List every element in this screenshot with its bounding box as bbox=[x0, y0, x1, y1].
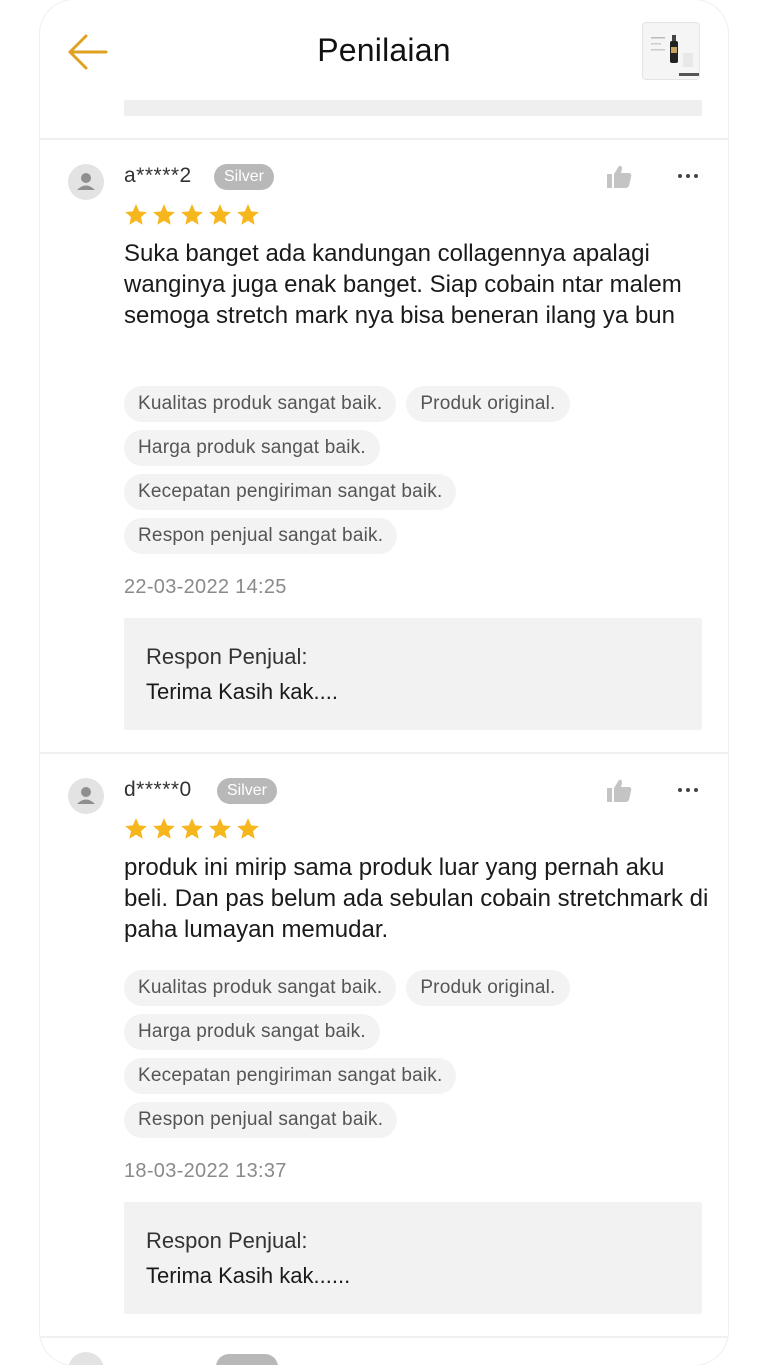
thumbs-up-icon bbox=[607, 779, 632, 802]
more-dots-icon bbox=[678, 174, 698, 178]
review-tag: Harga produk sangat baik. bbox=[124, 1014, 380, 1050]
star-icon bbox=[237, 204, 259, 225]
review-tags: Kualitas produk sangat baik. Produk orig… bbox=[124, 970, 684, 1138]
avatar[interactable] bbox=[68, 164, 104, 200]
star-icon bbox=[153, 818, 175, 839]
tier-badge: Silver bbox=[217, 778, 278, 804]
review-tag: Produk original. bbox=[406, 970, 570, 1006]
review-tag: Produk original. bbox=[406, 386, 570, 422]
more-dots-icon bbox=[678, 788, 698, 792]
review-text: Suka banget ada kandungan collagennya ap… bbox=[124, 240, 682, 329]
star-icon bbox=[209, 818, 231, 839]
more-options-button[interactable] bbox=[672, 160, 704, 190]
star-icon bbox=[125, 818, 147, 839]
page-title: Penilaian bbox=[317, 32, 451, 68]
product-bottle-icon bbox=[643, 23, 699, 79]
product-thumbnail[interactable] bbox=[642, 22, 700, 80]
seller-response-label: Respon Penjual: bbox=[146, 1228, 308, 1253]
review-tag: Respon penjual sangat baik. bbox=[124, 518, 398, 554]
review-text: produk ini mirip sama produk luar yang p… bbox=[124, 854, 709, 943]
star-icon bbox=[209, 204, 231, 225]
star-rating bbox=[123, 202, 261, 228]
seller-response: Respon Penjual: Terima Kasih kak.... bbox=[124, 618, 702, 730]
review-tag: Kecepatan pengiriman sangat baik. bbox=[124, 474, 457, 510]
next-review-peek bbox=[40, 1340, 728, 1365]
review-card: d*****0 Silver produk ini mirip sama pro… bbox=[40, 754, 728, 1338]
user-icon bbox=[77, 173, 95, 190]
star-icon bbox=[153, 204, 175, 225]
more-options-button[interactable] bbox=[672, 774, 704, 804]
like-button[interactable] bbox=[604, 776, 634, 806]
seller-response: Respon Penjual: Terima Kasih kak...... bbox=[124, 1202, 702, 1314]
thumbs-up-icon bbox=[607, 165, 632, 188]
star-icon bbox=[125, 204, 147, 225]
avatar[interactable] bbox=[68, 778, 104, 814]
review-date: 18-03-2022 13:37 bbox=[124, 1160, 287, 1182]
review-tag: Kualitas produk sangat baik. bbox=[124, 970, 397, 1006]
star-icon bbox=[181, 204, 203, 225]
star-icon bbox=[237, 818, 259, 839]
username[interactable]: a*****2 bbox=[124, 164, 192, 188]
tier-badge: Silver bbox=[214, 164, 275, 190]
star-icon bbox=[181, 818, 203, 839]
like-button[interactable] bbox=[604, 162, 634, 192]
seller-response-text: Terima Kasih kak...... bbox=[146, 1263, 351, 1288]
seller-response-label: Respon Penjual: bbox=[146, 644, 308, 669]
review-tag: Harga produk sangat baik. bbox=[124, 430, 380, 466]
review-tag: Kecepatan pengiriman sangat baik. bbox=[124, 1058, 457, 1094]
review-tags: Kualitas produk sangat baik. Produk orig… bbox=[124, 386, 684, 554]
review-tag: Kualitas produk sangat baik. bbox=[124, 386, 397, 422]
seller-response-text: Terima Kasih kak.... bbox=[146, 679, 338, 704]
phone-screen: Penilaian a*****2 Silver Suka banget ada… bbox=[40, 0, 728, 1365]
review-card: a*****2 Silver Suka banget ada kandungan… bbox=[40, 140, 728, 752]
review-date: 22-03-2022 14:25 bbox=[124, 576, 287, 598]
username[interactable]: d*****0 bbox=[124, 778, 192, 802]
review-tag: Respon penjual sangat baik. bbox=[124, 1102, 398, 1138]
user-icon bbox=[77, 787, 95, 804]
star-rating bbox=[123, 816, 261, 842]
top-bar: Penilaian bbox=[40, 0, 728, 104]
previous-review-remnant bbox=[124, 100, 702, 116]
divider bbox=[40, 1336, 728, 1338]
